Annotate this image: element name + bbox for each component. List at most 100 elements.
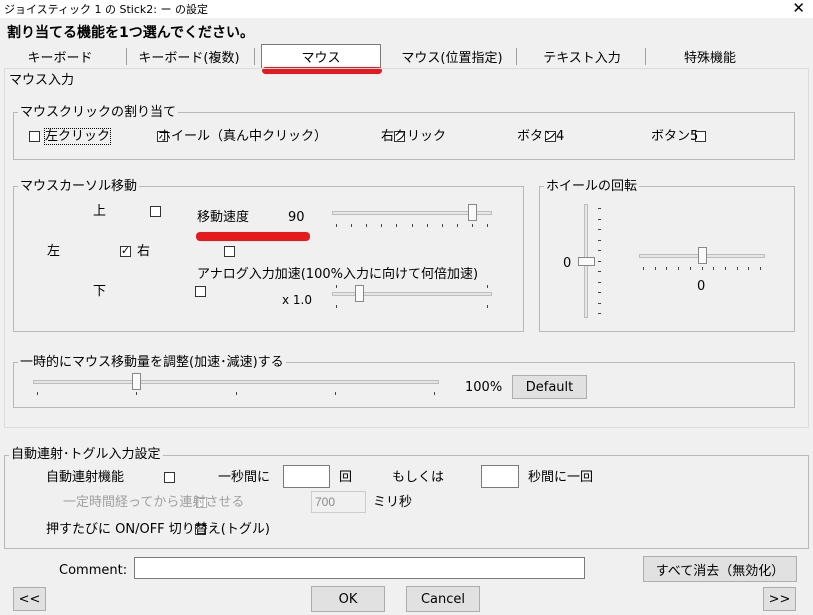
right-label[interactable]: 右 [137,244,150,259]
accel-label: アナログ入力加速(100%入力に向けて何倍加速) [197,267,479,282]
left-click-checkbox[interactable] [29,131,40,142]
slider-tick [598,313,601,314]
tab-divider [254,48,255,65]
delay-input[interactable] [311,491,366,513]
slider-thumb[interactable] [468,204,477,221]
slider-tick [598,292,601,293]
slider-tick [487,305,488,308]
tab-keyboard[interactable]: キーボード [12,44,108,68]
slider-tick [748,267,749,270]
delay-label[interactable]: 一定時間経ってから連射させる [63,495,244,510]
comment-label: Comment: [59,563,128,578]
tab-special[interactable]: 特殊機能 [650,44,770,68]
slider-tick [725,267,726,270]
left-click-label[interactable]: 左クリック [43,128,112,145]
right-click-label[interactable]: 右クリック [381,129,446,144]
tab-mouse-position[interactable]: マウス(位置指定) [390,44,514,68]
tab-text-input[interactable]: テキスト入力 [522,44,642,68]
times-label: 回 [339,470,353,485]
slider-tick [396,224,397,227]
vertical-wheel-value: 0 [563,256,572,271]
slider-thumb[interactable] [355,285,364,302]
prev-button[interactable]: << [13,587,46,611]
slider-track [33,380,439,384]
slider-tick [442,224,443,227]
accel-slider[interactable] [332,285,492,313]
slider-tick [598,271,601,272]
slider-tick [336,224,337,227]
slider-tick [643,267,644,270]
slider-thumb[interactable] [132,373,141,390]
mouse-input-legend: マウス入力 [7,73,77,88]
close-icon[interactable]: ✕ [792,0,805,17]
slider-thumb[interactable] [578,257,595,266]
slider-tick [412,224,413,227]
auto-fire-label[interactable]: 自動連射機能 [46,470,124,485]
slider-tick [702,267,703,270]
cursor-move-legend: マウスカーソル移動 [18,179,140,194]
tab-divider [126,48,127,65]
right-checkbox[interactable] [223,246,235,257]
accel-value: x 1.0 [282,293,312,307]
slider-tick [737,267,738,270]
slider-tick [598,282,601,283]
slider-tick [598,303,601,304]
highlight-underline [196,232,310,241]
slider-thumb[interactable] [698,247,707,264]
slider-tick [487,285,488,288]
adjust-group-legend: 一時的にマウス移動量を調整(加速･減速)する [18,355,286,370]
next-button[interactable]: >> [763,587,796,611]
speed-slider[interactable] [332,204,492,232]
slider-tick [427,224,428,227]
auto-fire-checkbox[interactable] [164,472,176,483]
click-group-legend: マウスクリックの割り当て [18,105,179,120]
slider-tick [598,261,601,262]
left-label[interactable]: 左 [47,244,60,259]
slider-tick [366,224,367,227]
adjust-slider[interactable] [33,373,439,401]
slider-tick [760,267,761,270]
adjust-value: 100% [465,380,503,395]
button4-label[interactable]: ボタン4 [517,129,564,144]
slider-tick [487,224,488,227]
window-title: ジョイスティック 1 の Stick2: ー の設定 [4,3,208,16]
delay-unit: ミリ秒 [373,495,413,510]
slider-tick [598,229,601,230]
or-label: もしくは [392,470,445,485]
slider-tick [381,224,382,227]
page-heading: 割り当てる機能を1つ選んでください。 [7,25,255,41]
slider-tick [678,267,679,270]
vertical-wheel-slider[interactable] [578,204,604,318]
slider-tick [236,392,237,395]
horizontal-wheel-slider[interactable] [639,247,765,275]
slider-tick [598,219,601,220]
slider-tick [598,250,601,251]
tab-mouse[interactable]: マウス [261,44,381,68]
slider-tick [37,392,38,395]
down-label[interactable]: 下 [93,284,106,299]
comment-input[interactable] [134,557,585,579]
ok-button[interactable]: OK [311,586,385,612]
up-label[interactable]: 上 [93,204,106,219]
slider-tick [690,267,691,270]
auto-fire-legend: 自動連射･トグル入力設定 [9,447,163,462]
down-checkbox[interactable] [195,286,207,297]
toggle-label[interactable]: 押すたびに ON/OFF 切り替え(トグル) [46,522,270,537]
slider-tick [336,285,337,288]
seconds-input[interactable] [481,465,519,488]
per-second-input[interactable] [283,465,330,488]
speed-label: 移動速度 [197,210,250,225]
button5-label[interactable]: ボタン5 [651,129,698,144]
default-button[interactable]: Default [512,375,587,399]
up-checkbox[interactable] [149,206,161,217]
slider-tick [434,392,435,395]
seconds-label: 秒間に一回 [528,470,594,485]
tab-keyboard-multiple[interactable]: キーボード(複数) [130,44,248,68]
slider-tick [136,392,137,395]
cancel-button[interactable]: Cancel [406,586,480,612]
clear-all-button[interactable]: すべて消去（無効化） [643,556,797,582]
left-checkbox[interactable] [119,244,131,257]
slider-tick [336,305,337,308]
wheel-click-label[interactable]: ホイール（真ん中クリック） [158,129,327,144]
tab-divider [645,48,646,65]
